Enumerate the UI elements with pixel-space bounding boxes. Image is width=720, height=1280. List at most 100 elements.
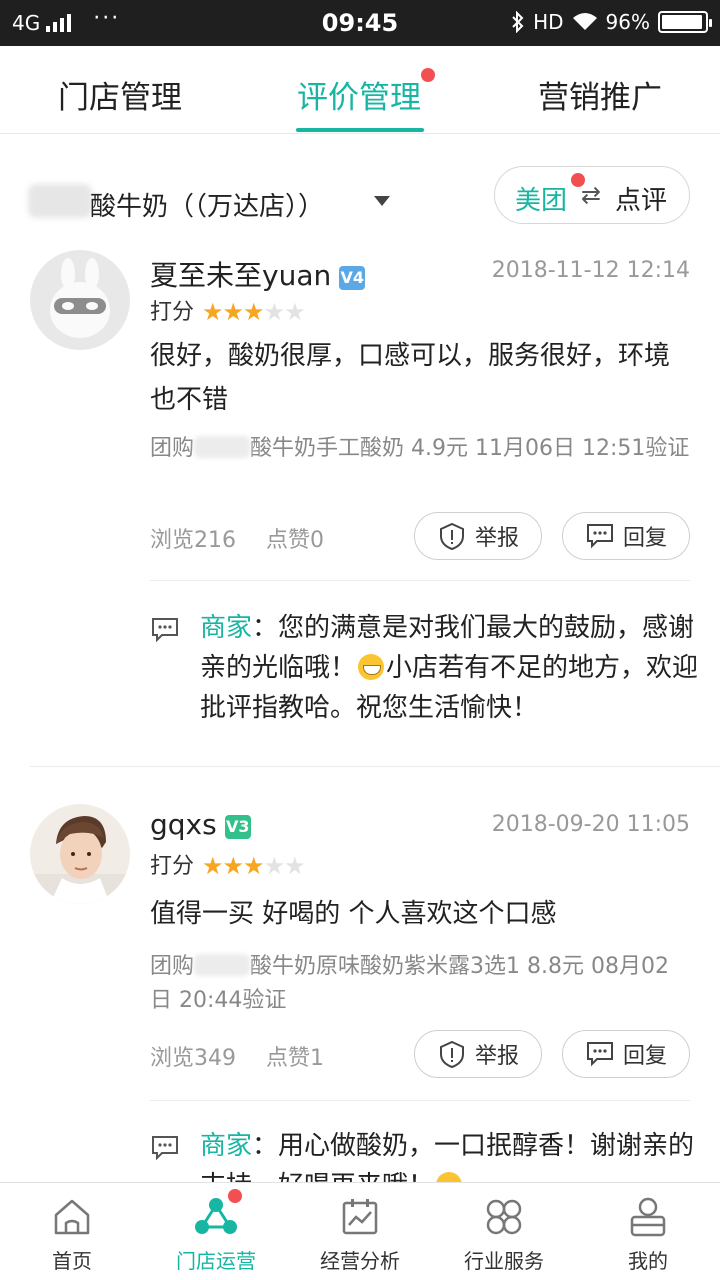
review-datetime: 2018-11-12 12:14 <box>491 258 690 283</box>
reply-button[interactable]: 回复 <box>562 1030 690 1078</box>
warning-shield-icon <box>439 1040 464 1069</box>
nav-home[interactable]: 首页 <box>0 1183 144 1280</box>
active-tab-indicator <box>296 128 424 132</box>
tab-review-management-label: 评价管理 <box>297 80 421 116</box>
deal-prefix: 团购 <box>150 436 195 461</box>
battery-icon <box>658 11 712 33</box>
tab-marketing[interactable]: 营销推广 <box>538 72 662 117</box>
nav-analysis[interactable]: 经营分析 <box>288 1183 432 1280</box>
divider <box>150 580 690 581</box>
bottom-navigation: 首页 门店运营 经营分析 行业服务 我的 <box>0 1182 720 1280</box>
star-empty-icon: ★ <box>284 852 305 880</box>
like-count: 点赞0 <box>266 528 324 553</box>
review-stats: 浏览349 点赞1 <box>150 1040 324 1072</box>
reviewer-name[interactable]: 夏至未至yuan V4 <box>150 254 366 294</box>
star-empty-icon: ★ <box>284 298 305 326</box>
nav-home-label: 首页 <box>52 1249 92 1273</box>
nav-analysis-label: 经营分析 <box>320 1249 400 1273</box>
platform-dianping: 点评 <box>615 186 668 216</box>
rating-row: 打分 ★★★★★ <box>150 294 306 326</box>
star-rating: ★★★★★ <box>202 852 306 880</box>
review-text: 很好，酸奶很厚，口感可以，服务很好，环境也不错 <box>150 341 671 415</box>
notification-dot <box>228 1189 242 1203</box>
star-empty-icon: ★ <box>263 298 285 326</box>
signal-icon <box>46 13 72 32</box>
rating-label: 打分 <box>150 300 195 325</box>
dropdown-caret-icon[interactable] <box>374 196 390 206</box>
nav-profile[interactable]: 我的 <box>576 1183 720 1280</box>
star-filled-icon: ★ <box>222 298 244 326</box>
level-badge-icon: V4 <box>339 266 366 290</box>
laughing-emoji-icon <box>358 654 385 680</box>
review-text: 值得一买 好喝的 个人喜欢这个口感 <box>150 899 557 929</box>
network-type: 4G <box>12 10 41 35</box>
deal-text: 酸牛奶手工酸奶 4.9元 11月06日 12:51验证 <box>250 436 690 461</box>
home-icon <box>54 1199 90 1235</box>
level-badge-icon: V3 <box>224 815 251 839</box>
deal-info: 团购 酸牛奶手工酸奶 4.9元 11月06日 12:51验证 <box>150 432 690 466</box>
platform-meituan: 美团 <box>515 186 568 216</box>
star-filled-icon: ★ <box>202 298 223 326</box>
reply-label: 回复 <box>622 526 667 551</box>
nav-industry-label: 行业服务 <box>464 1249 544 1273</box>
nav-profile-label: 我的 <box>628 1249 668 1273</box>
notification-dot <box>421 68 435 82</box>
deal-blurred <box>194 954 251 976</box>
reviewer-name-text: 夏至未至yuan <box>150 259 332 292</box>
star-filled-icon: ★ <box>243 298 264 326</box>
review-separator <box>30 766 720 767</box>
analysis-icon <box>342 1199 378 1235</box>
star-empty-icon: ★ <box>263 852 285 880</box>
rating-row: 打分 ★★★★★ <box>150 848 306 880</box>
nav-store-ops-label: 门店运营 <box>176 1249 256 1273</box>
star-filled-icon: ★ <box>222 852 244 880</box>
status-right: HD 96% <box>511 10 712 34</box>
reviewer-name-text: gqxs <box>150 808 217 841</box>
nav-industry[interactable]: 行业服务 <box>432 1183 576 1280</box>
reply-button[interactable]: 回复 <box>562 512 690 560</box>
avatar[interactable] <box>30 804 130 904</box>
star-filled-icon: ★ <box>243 852 264 880</box>
comment-icon <box>152 1136 178 1161</box>
top-tabs: 门店管理 评价管理 营销推广 <box>0 46 720 134</box>
hd-label: HD <box>533 10 564 34</box>
tab-review-management[interactable]: 评价管理 <box>297 68 435 117</box>
store-name[interactable]: 酸牛奶（（万达店）） <box>90 186 324 223</box>
tab-store-management[interactable]: 门店管理 <box>58 72 182 117</box>
star-rating: ★★★★★ <box>202 298 306 326</box>
profile-icon <box>630 1197 666 1237</box>
star-filled-icon: ★ <box>202 852 223 880</box>
reviewer-name[interactable]: gqxs V3 <box>150 808 251 841</box>
comment-icon <box>586 524 613 549</box>
status-left: 4G ··· <box>12 6 120 35</box>
reply-label: 回复 <box>622 1044 667 1069</box>
review-datetime: 2018-09-20 11:05 <box>491 812 690 837</box>
merchant-reply-text: 商家：您的满意是对我们最大的鼓励，感谢亲的光临哦！ 小店若有不足的地方，欢迎批评指… <box>200 608 700 728</box>
report-label: 举报 <box>474 1044 519 1069</box>
wifi-icon <box>572 13 597 30</box>
bluetooth-icon <box>512 11 524 33</box>
report-button[interactable]: 举报 <box>414 512 542 560</box>
view-count: 浏览216 <box>150 528 236 553</box>
store-logo-blurred <box>28 184 92 218</box>
battery-fill <box>662 15 703 29</box>
avatar[interactable] <box>30 250 130 350</box>
view-count: 浏览349 <box>150 1046 236 1071</box>
store-selector-row: 酸牛奶（（万达店）） 美团 ⇄ 点评 <box>0 150 720 250</box>
rating-label: 打分 <box>150 854 195 879</box>
user-photo-avatar <box>30 804 130 904</box>
review-stats: 浏览216 点赞0 <box>150 522 324 554</box>
report-button[interactable]: 举报 <box>414 1030 542 1078</box>
merchant-label: 商家 <box>200 1131 253 1161</box>
warning-shield-icon <box>439 522 464 551</box>
platform-switch-button[interactable]: 美团 ⇄ 点评 <box>494 166 690 224</box>
deal-prefix: 团购 <box>150 954 195 979</box>
nav-store-ops[interactable]: 门店运营 <box>144 1183 288 1280</box>
comment-icon <box>586 1042 613 1067</box>
deal-info: 团购 酸牛奶原味酸奶紫米露3选1 8.8元 08月02日 20:44验证 <box>150 950 690 1018</box>
merchant-label: 商家 <box>200 613 253 643</box>
battery-percent: 96% <box>605 10 650 34</box>
deal-blurred <box>194 436 251 458</box>
report-label: 举报 <box>474 526 519 551</box>
divider <box>150 1100 690 1101</box>
